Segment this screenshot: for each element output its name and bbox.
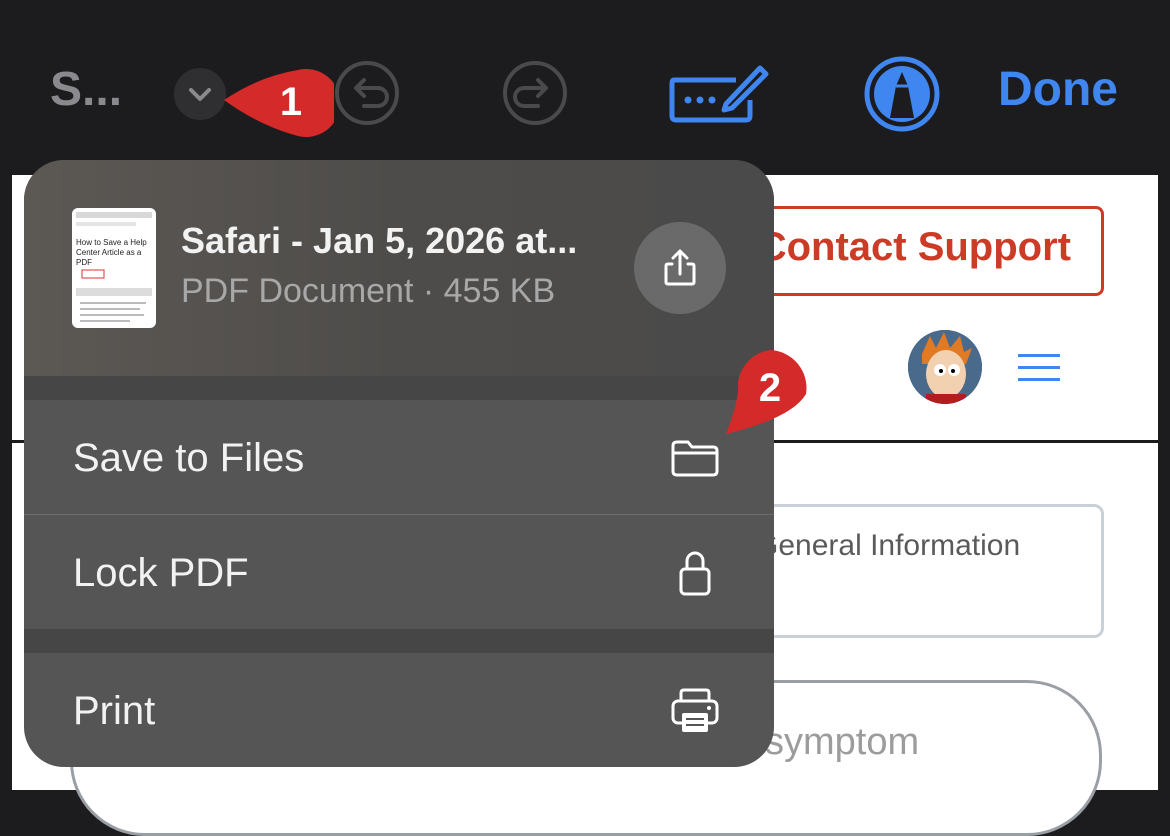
section-separator (24, 376, 774, 400)
annotation-badge-1: 1 (222, 68, 334, 140)
contact-support-button[interactable]: Contact Support (740, 206, 1104, 296)
done-button[interactable]: Done (998, 62, 1118, 117)
lock-icon (678, 549, 712, 602)
menu-item-save-to-files[interactable]: Save to Files (24, 400, 774, 514)
document-menu: How to Save a Help Center Article as a P… (24, 160, 774, 767)
document-thumbnail: How to Save a Help Center Article as a P… (72, 208, 156, 328)
chevron-down-icon[interactable] (174, 68, 226, 120)
menu-item-label: Print (73, 689, 156, 733)
annotation-number: 1 (279, 80, 303, 124)
menu-item-label: Save to Files (73, 436, 305, 480)
general-information-box[interactable]: General Information (740, 504, 1104, 638)
document-header: How to Save a Help Center Article as a P… (24, 160, 774, 376)
thumbnail-title: How to Save a Help Center Article as a P… (76, 238, 147, 267)
undo-icon[interactable] (334, 60, 400, 131)
section-separator (24, 629, 774, 653)
symptom-placeholder: symptom (765, 721, 920, 763)
annotation-number: 2 (758, 366, 782, 410)
redo-icon[interactable] (502, 60, 568, 131)
menu-item-print[interactable]: Print (24, 653, 774, 767)
menu-item-lock-pdf[interactable]: Lock PDF (24, 515, 774, 629)
toolbar: S... Done (0, 0, 1170, 175)
contact-support-label: Contact Support (757, 225, 1071, 269)
annotation-badge-2: 2 (722, 348, 812, 438)
document-title[interactable]: S... (50, 62, 122, 117)
folder-icon (670, 438, 720, 483)
document-meta: PDF Document · 455 KB (181, 272, 556, 310)
menu-icon[interactable] (1018, 352, 1060, 384)
printer-icon (670, 687, 720, 740)
share-icon (664, 249, 696, 286)
share-button[interactable] (634, 222, 726, 314)
avatar[interactable] (908, 330, 982, 404)
document-name: Safari - Jan 5, 2026 at... (181, 220, 578, 261)
markup-pen-icon[interactable] (864, 56, 940, 137)
general-information-label: General Information (755, 529, 1021, 562)
menu-item-label: Lock PDF (73, 551, 249, 595)
keyboard-pen-icon[interactable] (668, 58, 772, 131)
